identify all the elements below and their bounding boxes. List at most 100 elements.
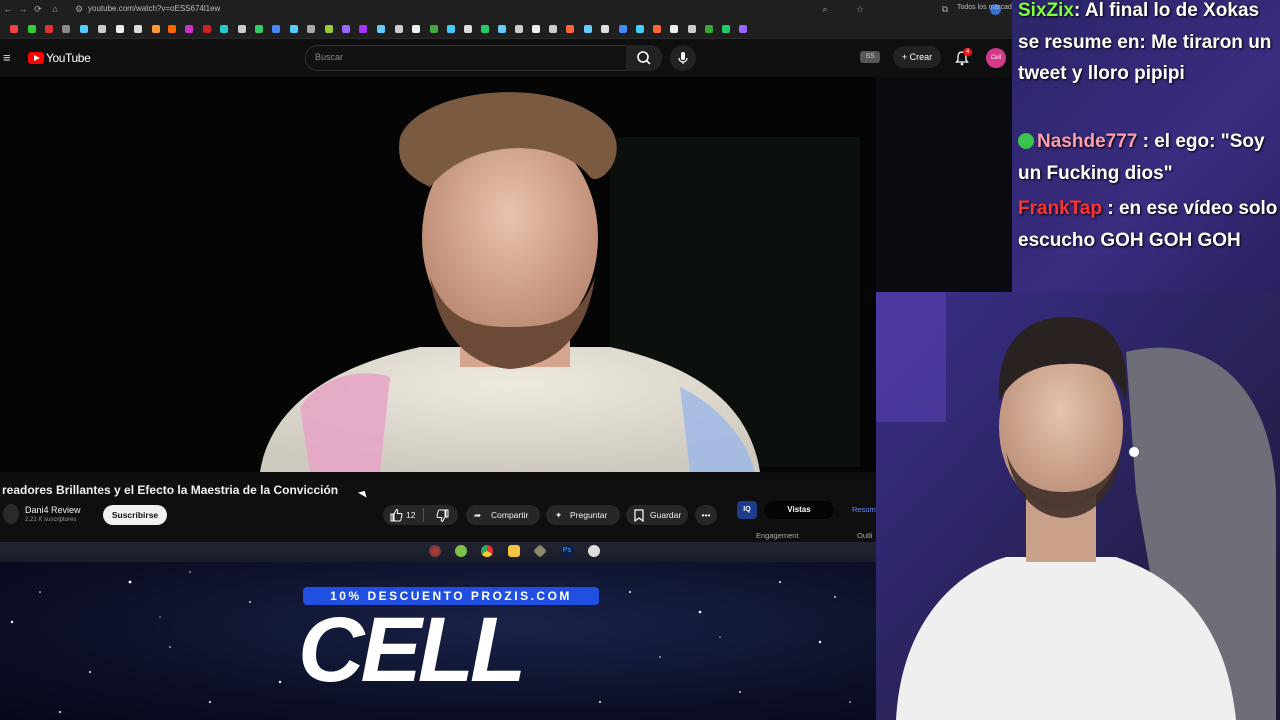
zoom-icon[interactable]: ⌕	[820, 4, 830, 14]
channel-name[interactable]: Dani4 Review	[25, 505, 81, 515]
bookmark-icon[interactable]	[342, 25, 350, 33]
notification-count-badge: 4	[963, 48, 972, 56]
chat-message: Nashde777 : el ego: "Soy un Fucking dios…	[1018, 126, 1280, 189]
bookmark-icon[interactable]	[185, 25, 193, 33]
bookmark-icon[interactable]	[10, 25, 18, 33]
bookmark-icon[interactable]	[412, 25, 420, 33]
bookmark-icon[interactable]	[307, 25, 315, 33]
play-icon	[34, 55, 40, 61]
bookmark-icon[interactable]	[722, 25, 730, 33]
bookmark-icon[interactable]	[238, 25, 246, 33]
bookmark-icon[interactable]	[688, 25, 696, 33]
address-bar[interactable]: youtube.com/watch?v=oESS674l1ew	[88, 4, 220, 13]
bookmark-icon[interactable]	[515, 25, 523, 33]
chat-username: SixZix	[1018, 0, 1074, 21]
more-actions-button[interactable]: •••	[695, 505, 717, 525]
bookmark-icon[interactable]	[116, 25, 124, 33]
chat-message: SixZix: Al final lo de Xokas se resume e…	[1018, 0, 1280, 90]
iq-extension-button[interactable]: IQ	[737, 501, 757, 519]
bookmark-icon[interactable]	[168, 25, 176, 33]
bookmark-icon[interactable]	[549, 25, 557, 33]
bookmark-icon[interactable]	[359, 25, 367, 33]
back-icon[interactable]: ←	[3, 4, 13, 14]
bookmark-icon[interactable]	[705, 25, 713, 33]
youtube-logo-text[interactable]: YouTube	[46, 51, 91, 65]
chat-username: FrankTap	[1018, 198, 1103, 219]
subscribe-button[interactable]: Suscribirse	[103, 505, 167, 525]
bookmark-icon[interactable]	[481, 25, 489, 33]
tab-views[interactable]: Vistas	[764, 501, 834, 519]
save-button[interactable]: Guardar	[626, 505, 688, 525]
video-title: readores Brillantes y el Efecto la Maest…	[2, 483, 339, 497]
account-avatar[interactable]: Cell	[986, 48, 1006, 68]
create-button[interactable]: + Crear	[893, 46, 941, 68]
bookmark-icon[interactable]	[653, 25, 661, 33]
app-icon[interactable]	[429, 545, 441, 557]
bookmark-icon[interactable]	[45, 25, 53, 33]
bookmark-icon[interactable]	[62, 25, 70, 33]
share-icon: ➦	[474, 510, 482, 520]
app-icon[interactable]	[588, 545, 600, 557]
bookmark-icon[interactable]	[464, 25, 472, 33]
forward-icon[interactable]: →	[18, 4, 28, 14]
voice-search-button[interactable]	[670, 45, 696, 71]
ask-label: Preguntar	[570, 510, 608, 520]
hamburger-menu-icon[interactable]: ≡	[3, 50, 11, 65]
share-label: Compartir	[491, 510, 529, 520]
outline-label: Outli	[857, 531, 873, 540]
bookmark-icon[interactable]	[152, 25, 160, 33]
channel-avatar[interactable]	[3, 504, 19, 524]
chat-badge-icon	[1018, 133, 1034, 149]
dislike-button[interactable]	[436, 509, 450, 530]
folder-icon[interactable]	[508, 545, 520, 557]
bookmark-icon[interactable]	[601, 25, 609, 33]
search-button[interactable]	[626, 45, 662, 71]
tab-summary[interactable]: Resum	[852, 505, 876, 514]
bookmark-icon[interactable]	[566, 25, 574, 33]
search-input[interactable]	[305, 45, 627, 71]
sponsor-brand-logo: CELL	[298, 599, 526, 701]
chrome-icon[interactable]	[481, 545, 493, 557]
bookmark-icon[interactable]	[255, 25, 263, 33]
thumbs-down-icon	[436, 509, 449, 523]
bookmark-icon[interactable]	[395, 25, 403, 33]
app-icon[interactable]	[455, 545, 467, 557]
extension-badge[interactable]: SS	[860, 51, 880, 63]
bookmark-icon[interactable]	[220, 25, 228, 33]
bookmark-icon[interactable]	[203, 25, 211, 33]
bookmark-icon[interactable]	[636, 25, 644, 33]
search-icon	[637, 51, 651, 65]
divider	[423, 508, 424, 522]
extensions-icon[interactable]: ⧉	[940, 4, 950, 14]
subscriber-count: 2,21 K suscriptores	[25, 517, 77, 523]
bookmark-icon[interactable]	[584, 25, 592, 33]
bookmark-icon[interactable]	[80, 25, 88, 33]
like-dislike-group: 12	[383, 505, 458, 525]
bookmark-icon[interactable]	[272, 25, 280, 33]
reload-icon[interactable]: ⟳	[33, 4, 43, 14]
bookmark-icon[interactable]	[430, 25, 438, 33]
bookmark-star-icon[interactable]: ☆	[855, 4, 865, 14]
like-button[interactable]	[389, 508, 403, 529]
streamer-webcam	[876, 292, 1280, 720]
bookmark-icon[interactable]	[447, 25, 455, 33]
photoshop-icon[interactable]: Ps	[561, 545, 573, 557]
bookmark-icon[interactable]	[670, 25, 678, 33]
share-button[interactable]: ➦ Compartir	[466, 505, 540, 525]
bookmark-icon[interactable]	[532, 25, 540, 33]
bookmark-icon[interactable]	[134, 25, 142, 33]
bookmark-icon[interactable]	[290, 25, 298, 33]
search-placeholder: Buscar	[315, 52, 344, 62]
site-info-icon[interactable]: ⚙	[74, 4, 84, 14]
video-player[interactable]	[0, 77, 876, 472]
bookmark-icon[interactable]	[619, 25, 627, 33]
bookmark-icon[interactable]	[739, 25, 747, 33]
webcam-image	[876, 292, 1280, 720]
ask-button[interactable]: ✦ Preguntar	[546, 505, 620, 525]
bookmark-icon[interactable]	[325, 25, 333, 33]
bookmark-icon[interactable]	[377, 25, 385, 33]
home-icon[interactable]: ⌂	[50, 4, 60, 14]
bookmark-icon[interactable]	[498, 25, 506, 33]
bookmark-icon[interactable]	[98, 25, 106, 33]
bookmark-icon[interactable]	[28, 25, 36, 33]
